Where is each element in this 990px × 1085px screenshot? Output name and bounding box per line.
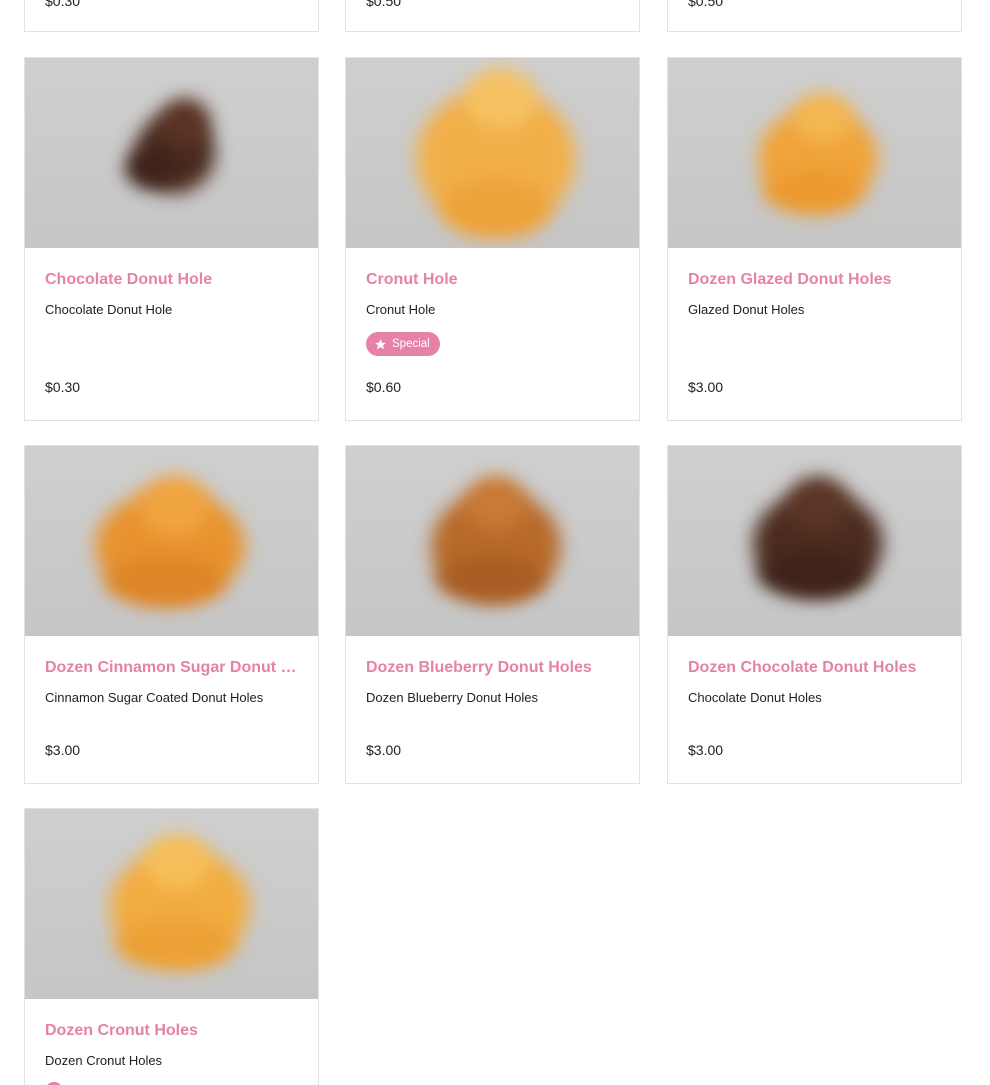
product-price: $0.60 [366, 379, 402, 395]
product-price: $0.30 [45, 0, 81, 9]
product-description: Chocolate Donut Holes [688, 690, 822, 705]
product-price: $3.00 [688, 742, 724, 758]
product-price: $3.00 [45, 742, 81, 758]
product-card-dozen-blueberry[interactable]: Dozen Blueberry Donut Holes Dozen Bluebe… [345, 445, 640, 784]
product-title[interactable]: Cronut Hole [366, 271, 619, 289]
product-card-dozen-cronut[interactable]: Dozen Cronut Holes Dozen Cronut Holes [24, 808, 319, 1085]
product-description: Cronut Hole [366, 302, 436, 317]
product-description: Cinnamon Sugar Coated Donut Holes [45, 690, 264, 705]
blueberry-donut-holes-image[interactable] [346, 446, 639, 636]
product-card-top-1[interactable]: $0.30 [24, 0, 319, 32]
product-card-dozen-glazed[interactable]: Dozen Glazed Donut Holes Glazed Donut Ho… [667, 57, 962, 421]
product-price: $0.50 [366, 0, 402, 9]
product-grid: $0.30 $0.50 $0.50 Chocolate Donut Hole C… [0, 0, 990, 1085]
badge-label: Special [392, 338, 430, 350]
product-card-cronut-hole[interactable]: Cronut Hole Cronut Hole Special $0.60 [345, 57, 640, 421]
product-description: Dozen Blueberry Donut Holes [366, 690, 538, 705]
product-title[interactable]: Dozen Blueberry Donut Holes [366, 659, 619, 677]
product-description: Glazed Donut Holes [688, 302, 805, 317]
product-card-dozen-cinnamon[interactable]: Dozen Cinnamon Sugar Donut Holes Cinnamo… [24, 445, 319, 784]
product-card-top-2[interactable]: $0.50 [345, 0, 640, 32]
product-card-chocolate-donut-hole[interactable]: Chocolate Donut Hole Chocolate Donut Hol… [24, 57, 319, 421]
product-price: $3.00 [688, 379, 724, 395]
cronut-hole-image[interactable] [346, 58, 639, 248]
special-badge: Special [366, 332, 440, 356]
product-description: Chocolate Donut Hole [45, 302, 173, 317]
product-title[interactable]: Dozen Cronut Holes [45, 1022, 298, 1040]
product-card-top-3[interactable]: $0.50 [667, 0, 962, 32]
chocolate-donut-hole-image[interactable] [25, 58, 318, 248]
product-price: $3.00 [366, 742, 402, 758]
product-title[interactable]: Chocolate Donut Hole [45, 271, 298, 289]
product-description: Dozen Cronut Holes [45, 1053, 163, 1068]
chocolate-donut-holes-image[interactable] [668, 446, 961, 636]
product-price: $0.30 [45, 379, 81, 395]
cronut-holes-image[interactable] [25, 809, 318, 999]
glazed-donut-holes-image[interactable] [668, 58, 961, 248]
product-price: $0.50 [688, 0, 724, 9]
product-card-dozen-chocolate[interactable]: Dozen Chocolate Donut Holes Chocolate Do… [667, 445, 962, 784]
product-title[interactable]: Dozen Glazed Donut Holes [688, 271, 941, 289]
product-title[interactable]: Dozen Cinnamon Sugar Donut Holes [45, 659, 298, 677]
star-icon [374, 338, 387, 351]
product-title[interactable]: Dozen Chocolate Donut Holes [688, 659, 941, 677]
cinnamon-sugar-donut-holes-image[interactable] [25, 446, 318, 636]
